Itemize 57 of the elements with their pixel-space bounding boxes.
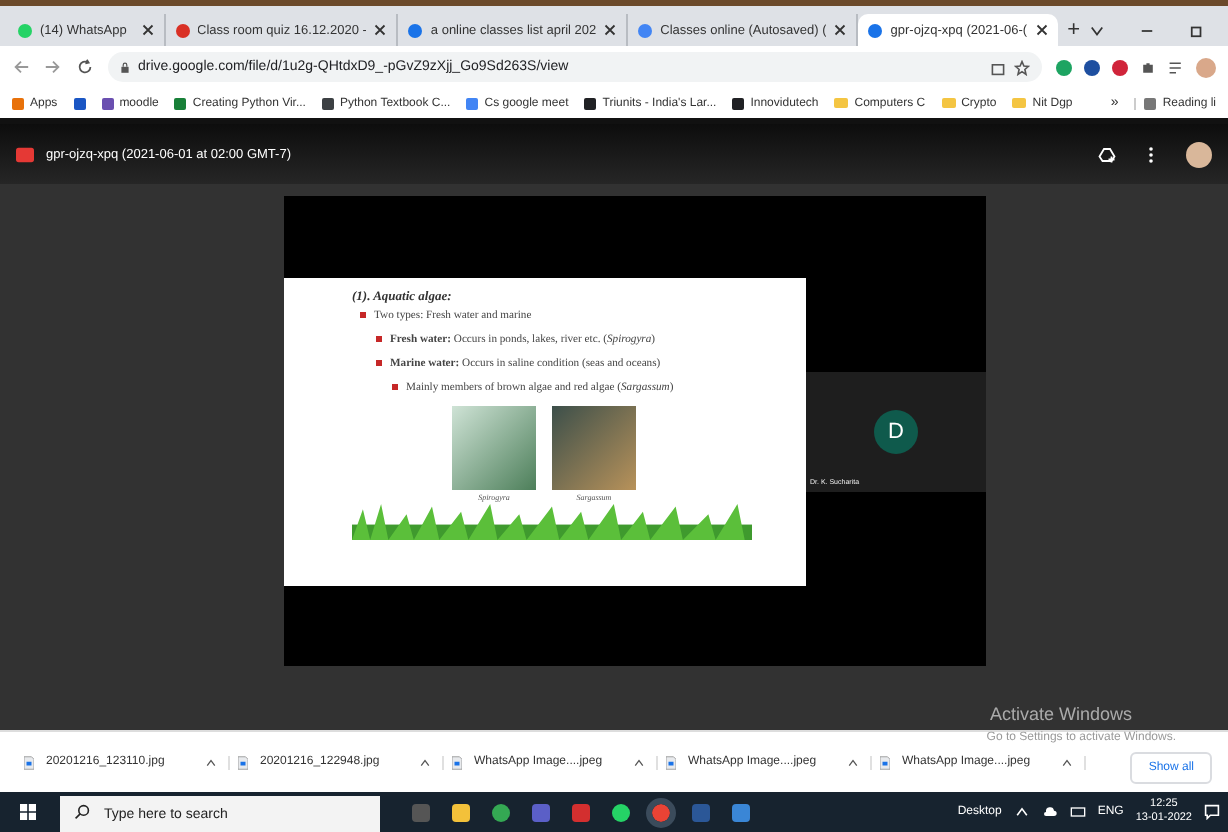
caret-icon[interactable] [206, 757, 216, 767]
close-icon[interactable] [834, 24, 847, 36]
close-icon[interactable] [604, 24, 617, 36]
restore-icon[interactable] [1190, 24, 1204, 38]
cloud-icon[interactable] [1041, 804, 1058, 820]
participant-avatar: D [874, 410, 918, 454]
tab-favicon-icon [175, 23, 189, 37]
image-file-icon [452, 755, 462, 769]
share-icon[interactable] [990, 59, 1006, 75]
tab-favicon-icon [868, 23, 883, 37]
video-file-icon [16, 145, 34, 163]
browser-icon[interactable] [492, 803, 510, 821]
close-icon[interactable] [1035, 24, 1048, 36]
bookmark[interactable] [73, 97, 86, 109]
star-icon[interactable] [1014, 59, 1030, 75]
keyboard-icon[interactable] [1069, 804, 1086, 820]
back-icon[interactable] [12, 58, 30, 76]
profile-avatar-icon[interactable] [1186, 141, 1212, 167]
tab-favicon-icon [638, 23, 653, 37]
activation-notice-title: Activate Windows [989, 704, 1132, 724]
close-icon[interactable] [374, 24, 387, 36]
pdf-icon[interactable] [572, 803, 590, 821]
image-file-icon [880, 755, 890, 769]
caret-icon[interactable] [1062, 757, 1072, 767]
reload-icon[interactable] [76, 58, 94, 76]
folder-icon[interactable] [452, 803, 470, 821]
chevron-up-icon[interactable] [1013, 804, 1030, 820]
photo-placeholder [552, 405, 636, 489]
caret-icon[interactable] [634, 757, 644, 767]
add-to-drive-icon[interactable] [1098, 145, 1116, 163]
image-file-icon [24, 755, 34, 769]
media-list-icon[interactable] [1168, 59, 1184, 75]
photos-icon[interactable] [732, 803, 750, 821]
caret-icon[interactable] [848, 757, 858, 767]
image-file-icon [238, 755, 248, 769]
bullet-icon [360, 312, 366, 318]
bullet-icon [376, 360, 382, 366]
search-icon [74, 804, 90, 820]
image-file-icon [666, 755, 676, 769]
forward-icon[interactable] [44, 58, 62, 76]
windows-start-icon[interactable] [20, 804, 36, 820]
notification-icon[interactable] [1204, 804, 1220, 820]
tab-favicon-icon [408, 23, 423, 37]
new-tab-button[interactable]: + [1057, 14, 1090, 46]
tab-favicon-icon [18, 23, 32, 37]
chevron-down-icon[interactable] [1090, 24, 1104, 38]
more-options-icon[interactable] [1148, 145, 1154, 163]
browser-icon[interactable] [652, 803, 670, 821]
chat-app-icon[interactable] [612, 803, 630, 821]
close-icon[interactable] [141, 24, 153, 36]
lock-icon [120, 61, 130, 73]
minimize-icon[interactable] [1140, 24, 1154, 38]
bullet-icon [392, 384, 398, 390]
photo-placeholder [452, 405, 536, 489]
video-player[interactable] [284, 196, 806, 666]
caret-icon[interactable] [420, 757, 430, 767]
bullet-icon [376, 336, 382, 342]
